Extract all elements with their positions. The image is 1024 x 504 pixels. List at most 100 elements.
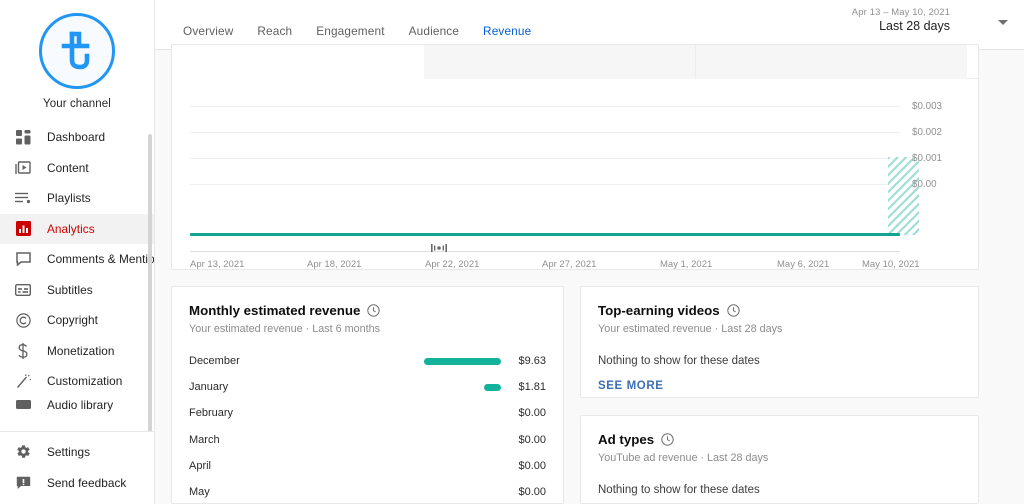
metric-tab-cell-2[interactable] (424, 45, 696, 79)
month-value: $0.00 (518, 434, 546, 446)
youtube-studio-analytics-page: Your channel Dashboard (0, 0, 1024, 504)
metric-tab-cell-1[interactable] (172, 45, 424, 79)
revenue-chart-card: $0.003 $0.002 $0.001 $0.00 Apr 13, 2021 … (171, 44, 979, 270)
sidebar-item-label: Playlists (47, 191, 91, 205)
projection-band (888, 157, 919, 235)
gear-icon (12, 441, 34, 463)
sidebar-item-audio-library[interactable]: Audio library (0, 397, 155, 413)
metric-tab-cell-3[interactable] (696, 45, 967, 79)
y-axis-label: $0.003 (912, 101, 942, 112)
sidebar-item-copyright[interactable]: Copyright (0, 305, 155, 336)
sidebar-item-monetization[interactable]: Monetization (0, 336, 155, 367)
info-clock-icon[interactable] (727, 304, 740, 317)
month-bar-zone (322, 358, 501, 365)
info-clock-icon[interactable] (367, 304, 380, 317)
x-axis-label: Apr 13, 2021 (190, 259, 244, 270)
gridline (190, 106, 900, 107)
month-bar-zone (322, 384, 501, 391)
x-axis-label: Apr 18, 2021 (307, 259, 361, 270)
analytics-topbar: Overview Reach Engagement Audience Reven… (155, 0, 1024, 50)
list-item[interactable]: March $0.00 (172, 427, 563, 453)
sidebar-item-label: Analytics (47, 222, 95, 236)
avatar[interactable] (39, 13, 115, 89)
month-bar-zone (322, 462, 501, 469)
x-axis-label: May 1, 2021 (660, 259, 712, 270)
x-axis-label: May 10, 2021 (862, 259, 920, 270)
list-item[interactable]: January $1.81 (172, 374, 563, 400)
sidebar-scrollbar[interactable] (148, 134, 152, 434)
dollar-icon (12, 340, 34, 362)
sidebar-item-customization[interactable]: Customization (0, 366, 155, 397)
channel-block[interactable]: Your channel (0, 0, 154, 110)
month-label: December (189, 355, 309, 367)
list-item[interactable]: April $0.00 (172, 453, 563, 479)
dashboard-icon (12, 126, 34, 148)
month-value: $9.63 (518, 355, 546, 367)
sidebar-item-label: Content (47, 161, 89, 175)
sidebar-item-settings[interactable]: Settings (0, 436, 155, 467)
sidebar-item-label: Settings (47, 445, 90, 459)
sidebar-item-label: Comments & Mentions (47, 252, 155, 266)
sidebar-bottom: Settings Send feedback (0, 431, 155, 504)
card-header: Top-earning videos (581, 287, 978, 318)
sidebar-item-comments-mentions[interactable]: Comments & Mentions (0, 244, 155, 275)
month-bar-zone (322, 489, 501, 496)
revenue-series-line (190, 233, 900, 236)
gridline (190, 132, 900, 133)
sidebar-item-content[interactable]: Content (0, 153, 155, 184)
sidebar-item-subtitles[interactable]: Subtitles (0, 275, 155, 306)
month-bar (484, 384, 501, 391)
card-subtitle: YouTube ad revenue · Last 28 days (581, 452, 978, 464)
data-point-marker[interactable] (428, 242, 450, 254)
monthly-revenue-list: December $9.63 January $1.81 February (172, 348, 563, 504)
sidebar: Your channel Dashboard (0, 0, 155, 504)
sidebar-item-dashboard[interactable]: Dashboard (0, 122, 155, 153)
audio-library-icon (12, 397, 34, 413)
sidebar-item-analytics[interactable]: Analytics (0, 214, 155, 245)
list-item[interactable]: May $0.00 (172, 479, 563, 504)
sidebar-item-label: Send feedback (47, 476, 126, 490)
sidebar-item-label: Copyright (47, 313, 98, 327)
feedback-icon (12, 472, 34, 494)
sidebar-item-label: Customization (47, 374, 122, 388)
copyright-icon (12, 309, 34, 331)
card-header: Ad types (581, 416, 978, 447)
monthly-estimated-revenue-card: Monthly estimated revenue Your estimated… (171, 286, 564, 504)
month-bar-zone (322, 436, 501, 443)
empty-state-text: Nothing to show for these dates (581, 484, 978, 496)
card-subtitle: Your estimated revenue · Last 28 days (581, 323, 978, 335)
x-axis: Apr 13, 2021 Apr 18, 2021 Apr 22, 2021 A… (190, 259, 900, 270)
y-axis-label: $0.002 (912, 127, 942, 138)
month-value: $1.81 (518, 381, 546, 393)
date-range-selector[interactable]: Apr 13 – May 10, 2021 Last 28 days (852, 7, 1008, 33)
chevron-down-icon[interactable] (998, 20, 1008, 25)
sidebar-item-send-feedback[interactable]: Send feedback (0, 467, 155, 498)
month-label: February (189, 407, 309, 419)
analytics-tabs: Overview Reach Engagement Audience Reven… (171, 0, 543, 49)
x-axis-label: Apr 27, 2021 (542, 259, 596, 270)
card-header: Monthly estimated revenue (172, 287, 563, 318)
x-axis-label: May 6, 2021 (777, 259, 829, 270)
month-value: $0.00 (518, 407, 546, 419)
ad-types-card: Ad types YouTube ad revenue · Last 28 da… (580, 415, 979, 504)
month-label: March (189, 434, 309, 446)
chart-baseline-axis (190, 251, 900, 252)
card-title: Ad types (598, 432, 654, 447)
channel-logo-icon (52, 26, 102, 76)
month-label: May (189, 486, 309, 498)
top-earning-see-more-link[interactable]: SEE MORE (581, 380, 664, 392)
info-clock-icon[interactable] (661, 433, 674, 446)
sidebar-nav: Dashboard Content (0, 122, 155, 432)
top-earning-videos-card: Top-earning videos Your estimated revenu… (580, 286, 979, 398)
sidebar-item-label: Dashboard (47, 130, 105, 144)
sidebar-item-playlists[interactable]: Playlists (0, 183, 155, 214)
list-item[interactable]: December $9.63 (172, 348, 563, 374)
wand-icon (12, 370, 34, 392)
analytics-icon (12, 218, 34, 240)
y-axis-label: $0.001 (912, 153, 942, 164)
card-subtitle: Your estimated revenue · Last 6 months (172, 323, 563, 335)
list-item[interactable]: February $0.00 (172, 400, 563, 426)
comments-icon (12, 248, 34, 270)
month-label: April (189, 460, 309, 472)
card-title: Top-earning videos (598, 303, 720, 318)
